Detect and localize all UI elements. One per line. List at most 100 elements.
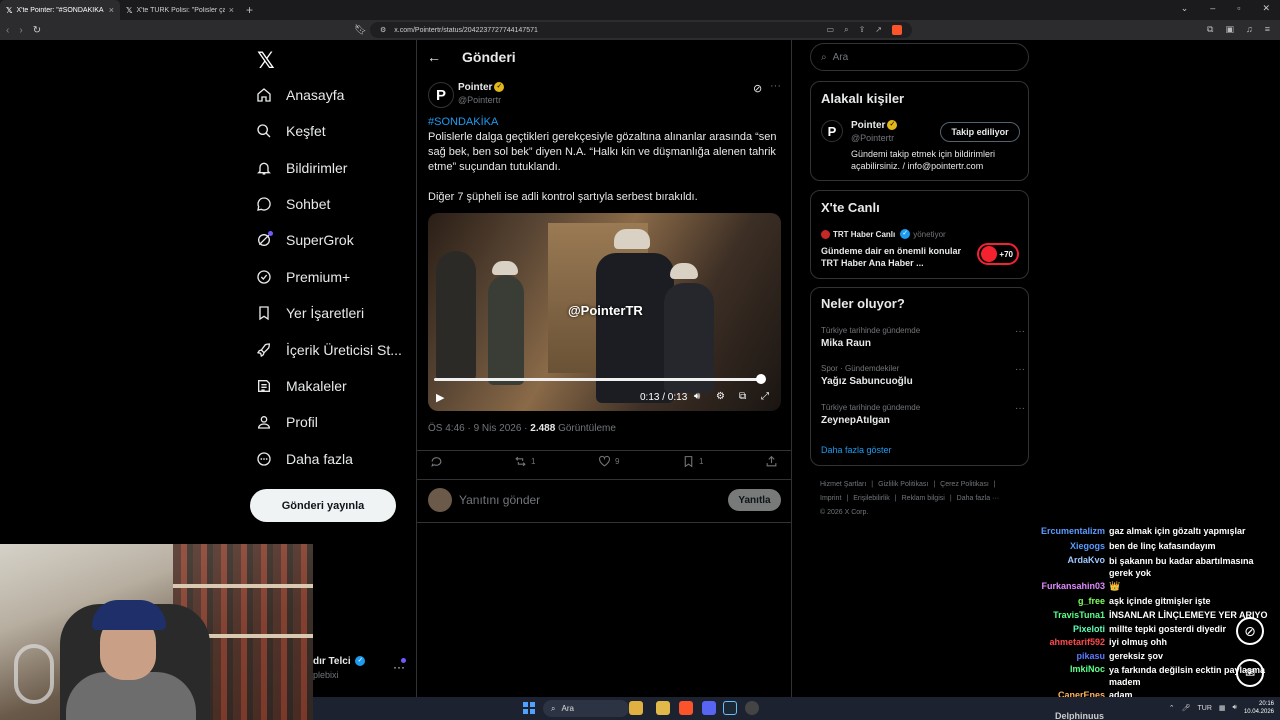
reload-icon[interactable]: ↻ (33, 25, 41, 36)
app-icon[interactable] (629, 701, 643, 715)
author-handle[interactable]: @Pointertr (458, 95, 501, 105)
close-tab-icon[interactable]: × (229, 5, 234, 15)
author-avatar[interactable]: P (428, 82, 454, 108)
network-icon[interactable]: ▦ (1219, 704, 1226, 712)
post-button[interactable]: Gönderi yayınla (250, 489, 396, 522)
hashtag-link[interactable]: #SONDAKİKA (428, 116, 498, 128)
mic-icon[interactable]: 🎤︎ (1182, 704, 1191, 712)
translate-icon[interactable]: ↗ (875, 25, 882, 35)
zoom-icon[interactable]: ⌕ (844, 25, 848, 35)
account-switcher[interactable]: dır Telci ✓ plebixi ··· (313, 654, 413, 684)
related-name[interactable]: Pointer ✓ (851, 120, 898, 131)
nav-item-profile[interactable]: Profil (256, 414, 318, 430)
repost-action[interactable]: 1 (514, 455, 535, 468)
nav-item-supergrok[interactable]: SuperGrok (256, 231, 354, 248)
nav-item-creator-studio[interactable]: İçerik Üreticisi St... (256, 342, 402, 358)
more-dots-icon[interactable]: ··· (1015, 326, 1025, 337)
nav-item-articles[interactable]: Makaleler (256, 378, 347, 394)
site-info-icon[interactable]: ⚙︎ (380, 26, 386, 34)
trend-item[interactable]: Türkiye tarihinde gündemde ZeynepAtılgan… (821, 403, 1025, 426)
reply-button[interactable]: Yanıtla (728, 489, 781, 511)
brave-icon[interactable] (679, 701, 693, 715)
footer-link[interactable]: Daha fazla ··· (957, 495, 999, 502)
browser-tab[interactable]: 𝕏 X'te TÜRK Polisi: "Polisler çatışmaya … (120, 0, 240, 20)
reply-action[interactable] (430, 455, 443, 468)
fullscreen-icon[interactable]: ⤢ (761, 391, 769, 402)
footer-link[interactable]: Erişilebilirlik (853, 495, 890, 502)
nav-item-notifications[interactable]: Bildirimler (256, 160, 347, 176)
footer-link[interactable]: Imprint (820, 495, 841, 502)
back-icon[interactable]: ‹ (6, 25, 9, 36)
menu-icon[interactable]: ≡ (1265, 24, 1270, 35)
wallet-icon[interactable]: ▣ (1225, 24, 1234, 35)
live-listeners-badge[interactable]: +70 (977, 243, 1019, 265)
trend-item[interactable]: Türkiye tarihinde gündemde Mika Raun ··· (821, 326, 1025, 349)
url-bar[interactable]: ⚙︎ x.com/Pointertr/status/20422377277441… (370, 22, 912, 38)
nav-item-explore[interactable]: Keşfet (256, 123, 326, 139)
more-dots-icon[interactable]: ··· (1015, 364, 1025, 375)
messages-float-icon[interactable]: ✉ (1236, 659, 1264, 687)
brave-shield-icon[interactable] (892, 25, 902, 35)
footer-link[interactable]: Çerez Politikası (940, 481, 989, 488)
clock[interactable]: 20:16 10.04.2026 (1244, 700, 1274, 716)
footer-link[interactable]: Hizmet Şartları (820, 481, 866, 488)
steam-icon[interactable] (723, 701, 737, 715)
more-dots-icon[interactable]: ··· (1015, 403, 1025, 414)
minimize-icon[interactable]: – (1210, 3, 1215, 14)
author-name[interactable]: Pointer ✓ (458, 82, 505, 93)
pip-icon[interactable]: ⧉ (739, 391, 746, 402)
obs-icon[interactable] (745, 701, 759, 715)
post-timestamp[interactable]: ÖS 4:46 · 9 Nis 2026 · (428, 423, 530, 434)
video-progress-bar[interactable] (434, 378, 762, 381)
close-window-icon[interactable]: ✕ (1262, 3, 1270, 14)
folder-icon[interactable] (656, 701, 670, 715)
music-icon[interactable]: ♫ (1246, 24, 1253, 35)
grok-float-icon[interactable]: ⊘ (1236, 617, 1264, 645)
live-host[interactable]: TRT Haber Canlı ✓ yönetiyor (821, 229, 946, 239)
back-arrow-icon[interactable]: ← (427, 49, 441, 65)
share-action[interactable] (765, 455, 778, 468)
nav-item-bookmarks[interactable]: Yer İşaretleri (256, 305, 364, 321)
like-action[interactable]: 9 (598, 455, 619, 468)
search-input[interactable]: ⌕ Ara (810, 43, 1029, 71)
new-tab-icon[interactable]: + (246, 3, 253, 17)
nav-item-chat[interactable]: Sohbet (256, 196, 330, 212)
footer-link[interactable]: Gizlilik Politikası (878, 481, 928, 488)
url-text[interactable]: x.com/Pointertr/status/20422377277441475… (394, 27, 538, 34)
volume-icon[interactable]: 🔊︎ (694, 391, 700, 402)
bookmark-page-icon[interactable]: 🔖︎ (354, 25, 367, 36)
related-handle[interactable]: @Pointertr (851, 133, 894, 143)
nav-item-home[interactable]: Anasayfa (256, 87, 344, 103)
grok-explain-icon[interactable]: ⊘ (753, 82, 762, 95)
footer-link[interactable]: Reklam bilgisi (902, 495, 945, 502)
settings-gear-icon[interactable]: ⚙︎ (716, 391, 725, 402)
more-dots-icon[interactable]: ··· (770, 80, 781, 92)
nav-item-more[interactable]: Daha fazla (256, 451, 353, 467)
maximize-icon[interactable]: ▫ (1237, 3, 1240, 14)
video-progress-knob[interactable] (756, 374, 766, 384)
browser-tab-active[interactable]: 𝕏 X'te Pointer: "#SONDAKİKA Poli... × (0, 0, 120, 20)
chevron-up-icon[interactable]: ⌃ (1169, 704, 1175, 712)
x-logo-icon[interactable]: 𝕏 (257, 48, 275, 74)
show-more-link[interactable]: Daha fazla göster (821, 445, 892, 455)
following-button[interactable]: Takip ediliyor (940, 122, 1020, 142)
speaker-icon[interactable]: 🔊︎ (1233, 704, 1237, 712)
video-player[interactable]: @PointerTR ▶ 0:13 / 0:13 🔊︎ ⚙︎ ⧉ ⤢ (428, 213, 781, 411)
forward-icon[interactable]: › (19, 25, 22, 36)
windows-start-icon[interactable] (523, 702, 535, 714)
language-indicator[interactable]: TUR (1198, 705, 1212, 712)
related-avatar[interactable]: P (821, 120, 843, 142)
share-icon[interactable]: ⇪ (859, 25, 866, 35)
taskbar-search[interactable]: ⌕ Ara (543, 700, 629, 717)
discord-icon[interactable] (702, 701, 716, 715)
extensions-icon[interactable]: ⧉ (1207, 24, 1213, 35)
play-icon[interactable]: ▶ (436, 391, 444, 404)
close-tab-icon[interactable]: × (109, 5, 114, 15)
live-title[interactable]: Gündeme dair en önemli konular TRT Haber… (821, 245, 971, 269)
chevron-down-icon[interactable]: ⌄ (1181, 3, 1189, 14)
bookmark-action[interactable]: 1 (682, 455, 703, 468)
nav-item-premium[interactable]: Premium+ (256, 269, 350, 285)
cast-icon[interactable]: ▭ (827, 25, 835, 35)
trend-item[interactable]: Spor · Gündemdekiler Yağız Sabuncuoğlu ·… (821, 364, 1025, 387)
reply-input[interactable]: Yanıtını gönder (459, 493, 540, 507)
